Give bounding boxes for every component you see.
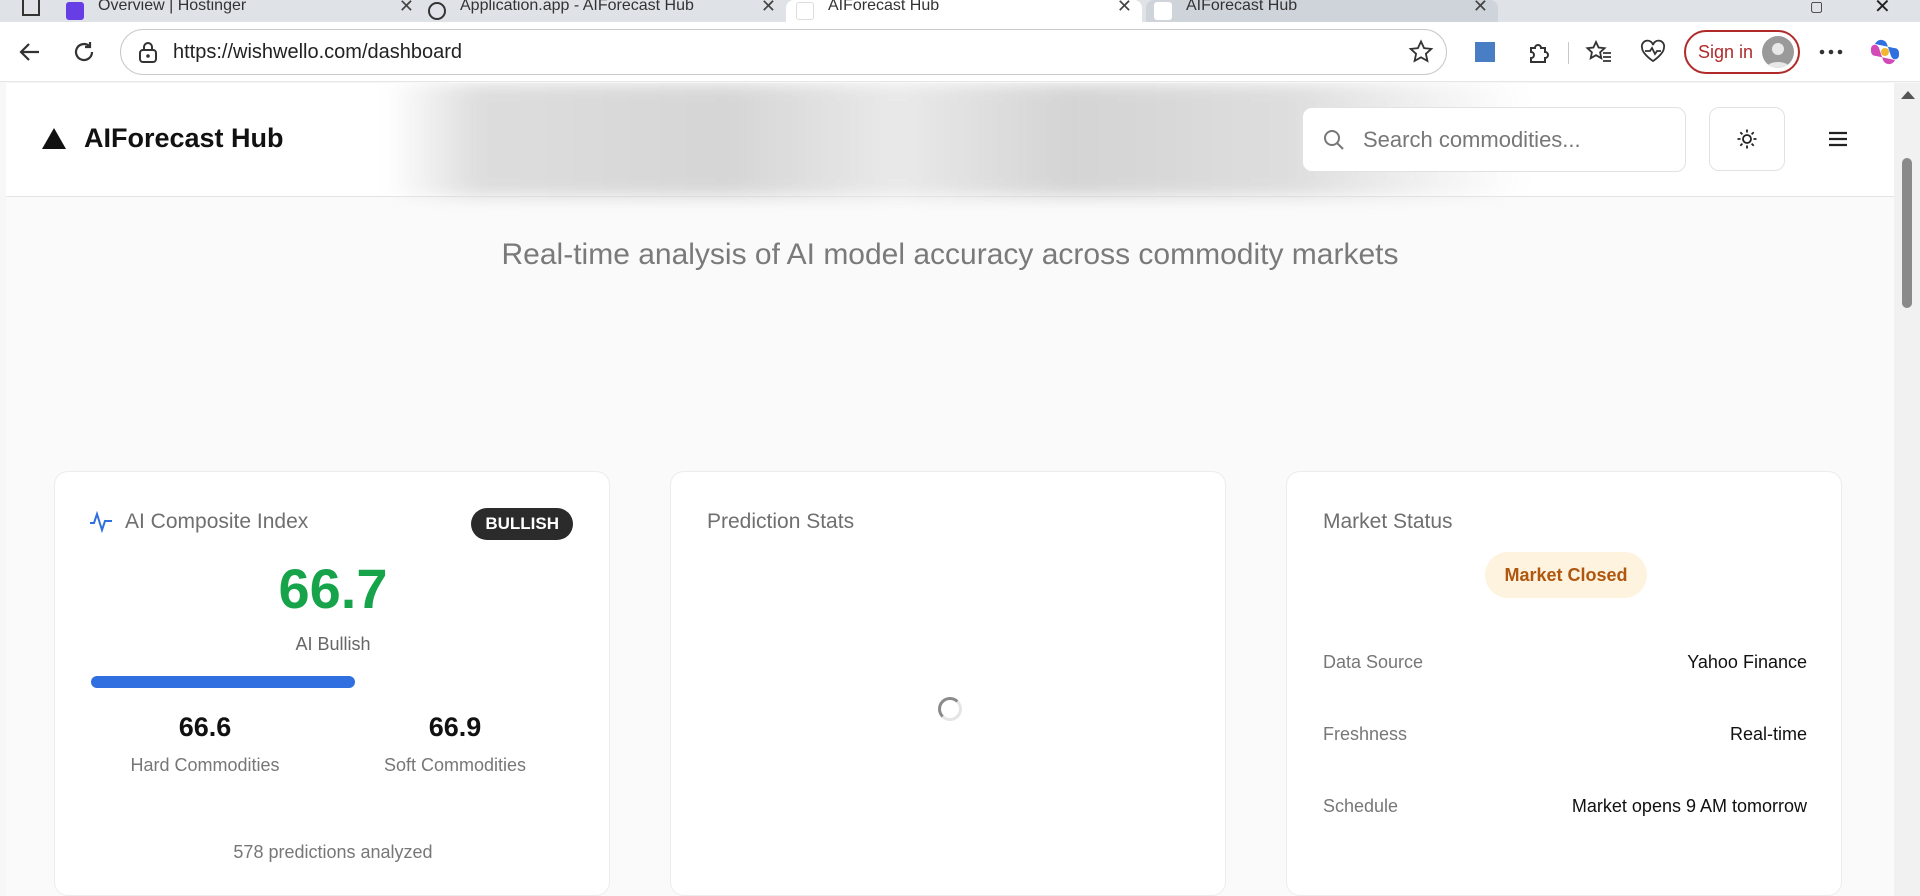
row-value: Market opens 9 AM tomorrow xyxy=(1571,796,1807,816)
page-favicon-icon xyxy=(796,2,814,20)
row-label: Data Source xyxy=(1323,652,1424,672)
composite-progress-fill xyxy=(91,676,355,688)
prediction-stats-card: Prediction Stats xyxy=(670,471,1226,896)
composite-index-card: AI Composite Index BULLISH 66.7 AI Bulli… xyxy=(54,471,610,896)
close-icon[interactable]: ✕ xyxy=(761,0,776,17)
tab-title: Application.app - AIForecast Hub xyxy=(460,0,694,14)
row-label: Schedule xyxy=(1323,796,1399,816)
close-icon[interactable]: ✕ xyxy=(399,0,414,17)
market-status-card: Market Status Market Closed Data Source … xyxy=(1286,471,1842,896)
composite-value: 66.7 xyxy=(278,557,388,620)
search-input[interactable]: Search commodities... xyxy=(1302,107,1686,172)
star-icon[interactable] xyxy=(1408,39,1434,70)
tab-aiforecast[interactable]: AIForecast Hub ✕ xyxy=(1146,0,1498,22)
hostinger-favicon-icon xyxy=(66,2,84,20)
browser-toolbar: https://wishwello.com/dashboard Sign in xyxy=(0,22,1920,82)
tab-title: Overview | Hostinger xyxy=(98,0,247,14)
card-title: Market Status xyxy=(1323,510,1453,533)
card-title: Prediction Stats xyxy=(707,510,855,533)
search-placeholder: Search commodities... xyxy=(1363,126,1581,152)
refresh-button[interactable] xyxy=(66,34,102,70)
health-icon[interactable] xyxy=(1636,35,1670,69)
sign-in-label: Sign in xyxy=(1698,41,1754,62)
info-row-freshness: Freshness Real-time xyxy=(1323,724,1807,745)
sentiment-badge: BULLISH xyxy=(471,508,573,540)
address-bar[interactable]: https://wishwello.com/dashboard xyxy=(120,29,1447,75)
tab-aiforecast-active[interactable]: AIForecast Hub ✕ xyxy=(786,0,1142,22)
back-button[interactable] xyxy=(12,34,48,70)
page-scrollbar[interactable] xyxy=(1894,83,1920,896)
sun-icon xyxy=(1737,129,1757,149)
menu-button[interactable] xyxy=(1806,107,1870,171)
app-favicon-icon xyxy=(428,2,446,20)
market-status-badge: Market Closed xyxy=(1485,552,1647,598)
page-tagline: Real-time analysis of AI model accuracy … xyxy=(501,238,1399,271)
triangle-logo-icon xyxy=(42,128,66,149)
site-header: AIForecast Hub Search commodities... xyxy=(6,83,1894,197)
soft-commodities-stat: 66.9 Soft Commodities xyxy=(335,712,575,776)
tab-actions-icon xyxy=(22,0,40,16)
page-favicon-icon xyxy=(1154,2,1172,20)
hard-commodities-stat: 66.6 Hard Commodities xyxy=(85,712,325,776)
loading-spinner xyxy=(938,697,962,721)
search-icon xyxy=(1321,127,1347,153)
row-value: Real-time xyxy=(1729,724,1807,744)
back-icon xyxy=(19,43,39,61)
close-icon[interactable]: ✕ xyxy=(1117,0,1132,17)
tab-application[interactable]: Application.app - AIForecast Hub ✕ xyxy=(428,0,786,22)
hard-commodities-label: Hard Commodities xyxy=(130,755,280,775)
toolbar-divider xyxy=(1568,42,1569,64)
tab-hostinger[interactable]: Overview | Hostinger ✕ xyxy=(66,0,424,22)
close-icon[interactable]: ✕ xyxy=(1473,0,1488,17)
extensions-icon[interactable] xyxy=(1522,35,1556,69)
pulse-icon xyxy=(90,510,112,534)
lock-icon[interactable] xyxy=(135,39,161,65)
window-close-icon[interactable]: ✕ xyxy=(1874,0,1891,19)
theme-toggle-button[interactable] xyxy=(1709,107,1785,171)
tab-title: AIForecast Hub xyxy=(1186,0,1298,14)
soft-commodities-label: Soft Commodities xyxy=(383,755,527,775)
info-row-schedule: Schedule Market opens 9 AM tomorrow xyxy=(1323,796,1807,817)
scroll-up-icon[interactable] xyxy=(1901,91,1915,99)
composite-progress-bar xyxy=(91,676,575,688)
maximize-icon[interactable]: ▢ xyxy=(1810,0,1823,15)
info-row-data-source: Data Source Yahoo Finance xyxy=(1323,652,1807,673)
card-title: AI Composite Index xyxy=(125,510,309,533)
row-label: Freshness xyxy=(1323,724,1408,744)
tab-actions[interactable] xyxy=(0,0,60,22)
brand-logo[interactable]: AIForecast Hub xyxy=(42,123,284,154)
predictions-analyzed: 578 predictions analyzed xyxy=(233,842,433,862)
copilot-icon[interactable] xyxy=(1868,35,1902,69)
more-icon[interactable] xyxy=(1814,35,1848,69)
extension-blue-icon[interactable] xyxy=(1468,35,1502,69)
soft-commodities-value: 66.9 xyxy=(428,712,482,742)
row-value: Yahoo Finance xyxy=(1687,652,1807,672)
browser-tab-strip: Overview | Hostinger ✕ Application.app -… xyxy=(0,0,1920,22)
refresh-icon xyxy=(74,42,94,62)
menu-icon xyxy=(1829,131,1847,147)
brand-name: AIForecast Hub xyxy=(84,123,284,153)
hard-commodities-value: 66.6 xyxy=(178,712,232,742)
url-text[interactable]: https://wishwello.com/dashboard xyxy=(173,41,462,64)
favorites-icon[interactable] xyxy=(1582,35,1616,69)
scrollbar-thumb[interactable] xyxy=(1902,158,1912,308)
avatar xyxy=(1762,36,1794,68)
tab-title: AIForecast Hub xyxy=(828,0,940,14)
page-viewport: AIForecast Hub Search commodities... Rea… xyxy=(6,83,1894,896)
sign-in-button[interactable]: Sign in xyxy=(1684,30,1800,74)
composite-value-label: AI Bullish xyxy=(295,634,371,654)
